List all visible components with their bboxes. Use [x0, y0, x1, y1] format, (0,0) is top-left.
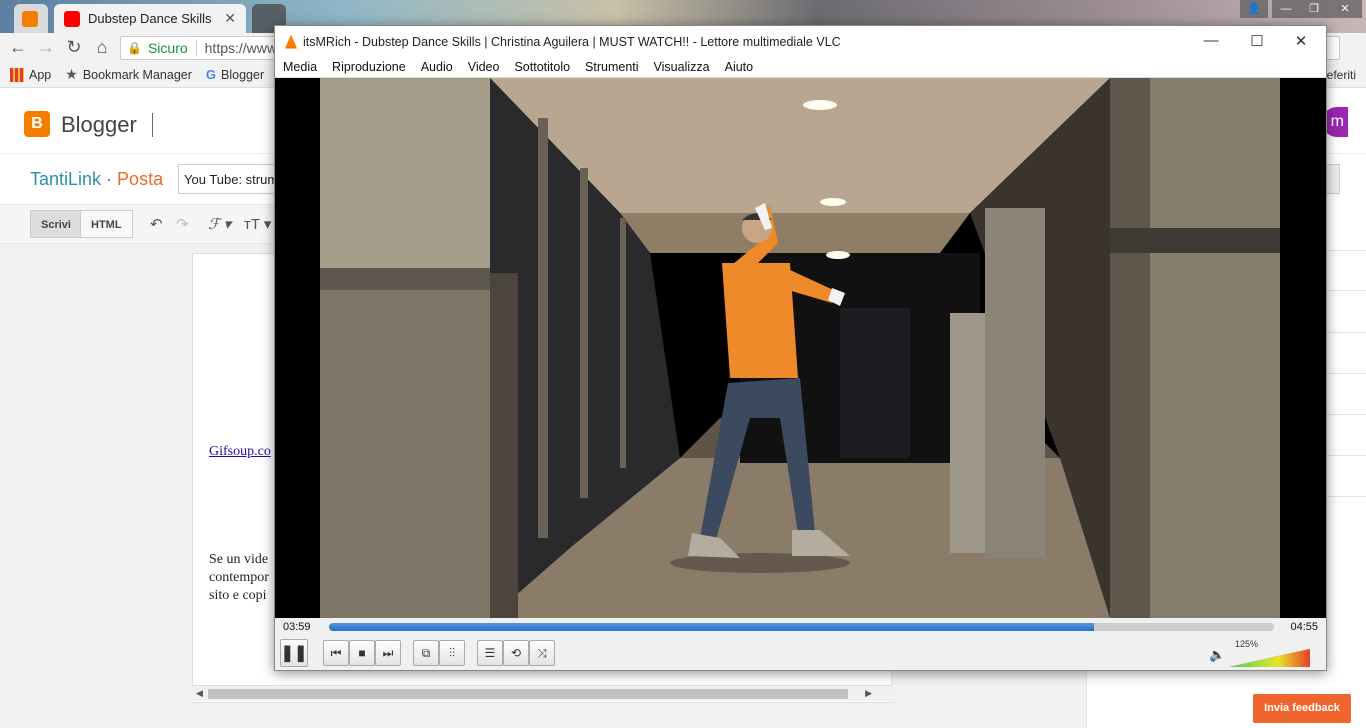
font-family-icon[interactable]: ℱ ▾ — [208, 215, 231, 234]
other-bookmarks[interactable]: eferiti — [1327, 68, 1356, 82]
loop-icon: ⟲ — [510, 646, 522, 660]
playlist-icon: ☰ — [484, 646, 496, 660]
tab-youtube[interactable]: Dubstep Dance Skills | Ch ✕ — [54, 4, 246, 33]
vlc-maximize-icon[interactable]: ☐ — [1235, 32, 1279, 50]
post-link[interactable]: Gifsoup.co — [209, 444, 271, 460]
pause-icon: ❚❚ — [280, 645, 308, 662]
menu-media[interactable]: Media — [283, 60, 317, 74]
apps-grid-icon — [10, 67, 24, 82]
bookmark-manager[interactable]: ★ Bookmark Manager — [65, 66, 192, 83]
blog-breadcrumb: TantiLink · Posta — [30, 169, 163, 190]
url-text: https://www — [204, 40, 277, 56]
fullscreen-button[interactable]: ⧉ — [413, 640, 439, 666]
skip-next-icon: ⏭ — [382, 645, 394, 660]
star-icon: ★ — [65, 66, 78, 82]
pause-button[interactable]: ❚❚ — [280, 639, 308, 667]
vlc-window: itsMRich - Dubstep Dance Skills | Christ… — [274, 25, 1327, 671]
bookmark-app[interactable]: App — [10, 67, 52, 82]
minimize-icon[interactable]: — — [1272, 0, 1300, 18]
blogger-logo-icon[interactable]: B — [24, 111, 50, 137]
redo-icon[interactable]: ↷ — [176, 215, 189, 233]
feedback-button[interactable]: Invia feedback — [1253, 694, 1351, 723]
google-icon: G — [205, 67, 217, 82]
equalizer-icon: ⫶⫶ — [448, 645, 455, 660]
total-time[interactable]: 04:55 — [1290, 621, 1318, 633]
secure-label: Sicuro — [148, 40, 197, 56]
vlc-title-bar[interactable]: itsMRich - Dubstep Dance Skills | Christ… — [275, 26, 1326, 57]
lock-icon: 🔒 — [127, 41, 142, 55]
vlc-close-icon[interactable]: ✕ — [1279, 32, 1323, 50]
next-button[interactable]: ⏭ — [375, 640, 401, 666]
skip-previous-icon: ⏮ — [330, 645, 342, 660]
blog-name[interactable]: TantiLink — [30, 169, 101, 189]
loop-button[interactable]: ⟲ — [503, 640, 529, 666]
volume-slider[interactable] — [1230, 645, 1310, 667]
playlist-button[interactable]: ☰ — [477, 640, 503, 666]
speaker-icon[interactable]: 🔈 — [1209, 647, 1225, 663]
stop-icon: ■ — [358, 646, 366, 660]
menu-video[interactable]: Video — [468, 60, 500, 74]
vlc-cone-icon — [285, 34, 297, 49]
close-tab-icon[interactable]: ✕ — [224, 10, 236, 27]
seek-slider[interactable] — [329, 623, 1274, 631]
close-window-icon[interactable]: ✕ — [1328, 0, 1362, 18]
menu-playback[interactable]: Riproduzione — [332, 60, 406, 74]
tab-title: Dubstep Dance Skills | Ch — [88, 11, 216, 26]
previous-button[interactable]: ⏮ — [323, 640, 349, 666]
blogger-title: Blogger — [61, 112, 137, 137]
section-name: Posta — [117, 169, 164, 189]
reload-icon[interactable]: ↻ — [60, 37, 88, 58]
breadcrumb-separator: · — [101, 169, 118, 189]
extended-settings-button[interactable]: ⫶⫶ — [439, 640, 465, 666]
scroll-left-icon[interactable]: ◀ — [196, 688, 203, 699]
youtube-favicon-icon — [64, 10, 80, 27]
bookmark-blogger[interactable]: G Blogger — [206, 67, 264, 82]
shuffle-button[interactable]: ⤨ — [529, 640, 555, 666]
stop-button[interactable]: ■ — [349, 640, 375, 666]
bookmark-label: App — [29, 67, 52, 82]
scrollbar-thumb[interactable] — [208, 689, 848, 699]
seek-progress — [329, 623, 1095, 631]
forward-arrow-icon[interactable]: → — [32, 37, 60, 58]
post-paragraph-line: sito e copi — [209, 588, 267, 603]
font-size-icon[interactable]: ᴛT ▾ — [244, 215, 271, 233]
vlc-minimize-icon[interactable]: — — [1189, 32, 1233, 49]
compose-mode-button[interactable]: Scrivi — [30, 210, 82, 238]
vlc-menu-bar: Media Riproduzione Audio Video Sottotito… — [275, 57, 1326, 78]
back-arrow-icon[interactable]: ← — [4, 37, 32, 58]
profile-icon[interactable]: 👤 — [1240, 0, 1268, 18]
undo-icon[interactable]: ↶ — [150, 215, 163, 233]
video-surface[interactable] — [275, 78, 1326, 618]
blogger-favicon-icon — [22, 10, 38, 27]
post-paragraph-line: Se un vide — [209, 552, 269, 567]
tab-blogger[interactable] — [14, 4, 48, 33]
shuffle-icon: ⤨ — [537, 645, 547, 660]
vlc-window-title: itsMRich - Dubstep Dance Skills | Christ… — [303, 34, 841, 49]
seek-row: 03:59 04:55 — [275, 618, 1326, 638]
bookmark-label: Bookmark Manager — [82, 67, 192, 82]
video-frame — [320, 78, 1280, 618]
menu-audio[interactable]: Audio — [421, 60, 453, 74]
menu-subtitle[interactable]: Sottotitolo — [514, 60, 570, 74]
header-divider — [152, 113, 153, 137]
home-icon[interactable]: ⌂ — [88, 37, 116, 58]
post-title-input[interactable]: You Tube: strum — [178, 164, 278, 194]
html-mode-button[interactable]: HTML — [80, 210, 133, 238]
bookmark-label: Blogger — [221, 67, 265, 82]
menu-tools[interactable]: Strumenti — [585, 60, 639, 74]
menu-help[interactable]: Aiuto — [725, 60, 754, 74]
horizontal-scrollbar[interactable]: ◀ ▶ — [192, 685, 892, 701]
playback-controls: ❚❚ ⏮ ■ ⏭ ⧉ ⫶⫶ ☰ ⟲ ⤨ 🔈 125% — [275, 638, 1326, 670]
fullscreen-icon: ⧉ — [421, 645, 431, 660]
restore-icon[interactable]: ❐ — [1300, 0, 1328, 18]
menu-view[interactable]: Visualizza — [654, 60, 710, 74]
scroll-right-icon[interactable]: ▶ — [865, 688, 872, 699]
elapsed-time: 03:59 — [283, 621, 311, 633]
post-paragraph-line: contempor — [209, 570, 269, 585]
